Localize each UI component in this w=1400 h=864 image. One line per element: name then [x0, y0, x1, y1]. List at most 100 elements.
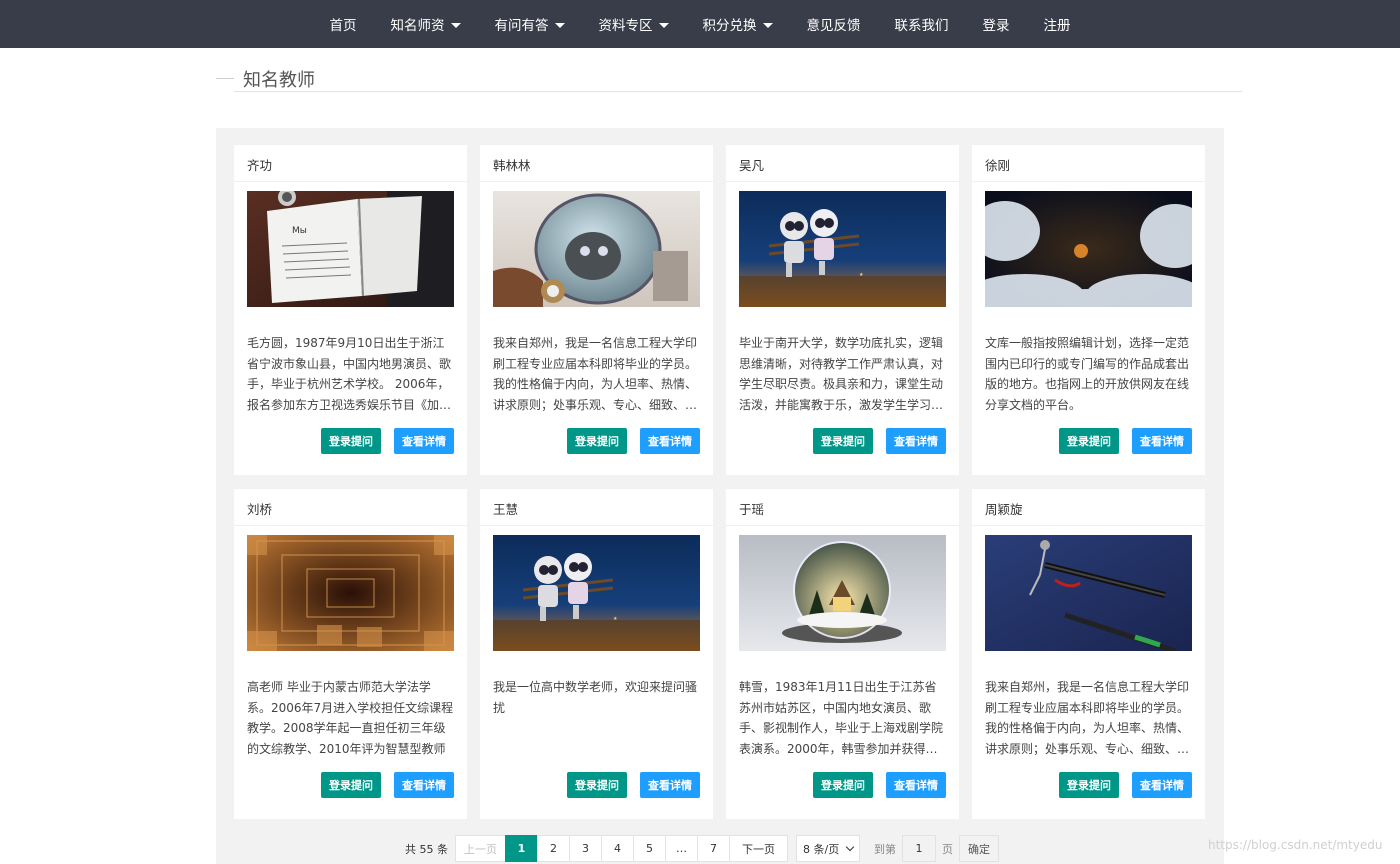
- nav-item-label: 意见反馈: [806, 18, 861, 34]
- chevron-down-icon: [845, 842, 855, 851]
- page-button-3[interactable]: 4: [601, 835, 634, 862]
- login-ask-button[interactable]: 登录提问: [321, 772, 381, 798]
- login-ask-button[interactable]: 登录提问: [813, 428, 873, 454]
- teacher-description: 文库一般指按照编辑计划，选择一定范围内已印行的或专门编写的作品成套出版的地方。也…: [985, 336, 1190, 412]
- nav-item-label: 首页: [329, 18, 357, 34]
- teacher-image[interactable]: [247, 535, 454, 651]
- teacher-description: 高老师 毕业于内蒙古师范大学法学系。2006年7月进入学校担任文综课程教学。20…: [247, 680, 454, 756]
- view-detail-button[interactable]: 查看详情: [394, 772, 454, 798]
- nav-item-label: 知名师资: [390, 18, 445, 34]
- nav-item-2[interactable]: 有问有答: [478, 0, 582, 48]
- svg-text:★: ★: [613, 616, 618, 622]
- teacher-image[interactable]: Мы: [247, 191, 454, 307]
- page-button-4[interactable]: 5: [633, 835, 666, 862]
- title-dash: [216, 78, 234, 79]
- nav-item-8[interactable]: 注册: [1027, 0, 1088, 48]
- caret-down-icon: [762, 22, 773, 28]
- page-numbers: 1 2 3 4 5… 7: [505, 835, 730, 862]
- nav-item-label: 登录: [982, 18, 1010, 34]
- nav-item-label: 有问有答: [494, 18, 549, 34]
- pagination: 共 55 条 上一页 1 2 3 4 5… 7 下一页 8 条/页 到第 1 页 确定: [400, 835, 999, 862]
- login-ask-button[interactable]: 登录提问: [1059, 772, 1119, 798]
- caret-down-icon: [450, 22, 461, 28]
- teacher-card: 刘桥 高老师 毕业于内蒙古师范大学法学系。2006年7月进入学校担任文综课程教学…: [234, 489, 467, 819]
- view-detail-button[interactable]: 查看详情: [1132, 772, 1192, 798]
- view-detail-button[interactable]: 查看详情: [640, 428, 700, 454]
- login-ask-button[interactable]: 登录提问: [567, 428, 627, 454]
- view-detail-button[interactable]: 查看详情: [1132, 428, 1192, 454]
- view-detail-button[interactable]: 查看详情: [394, 428, 454, 454]
- teacher-description: 毕业于南开大学，数学功底扎实，逻辑思维清晰，对待教学工作严肃认真，对学生尽职尽责…: [739, 336, 944, 412]
- teacher-image[interactable]: ★: [739, 191, 946, 307]
- teacher-description: 毛方圆，1987年9月10日出生于浙江省宁波市象山县，中国内地男演员、歌手，毕业…: [247, 336, 452, 412]
- view-detail-button[interactable]: 查看详情: [886, 428, 946, 454]
- total-count: 共 55 条: [405, 842, 448, 856]
- teacher-name: 齐功: [234, 145, 467, 182]
- teacher-name: 王慧: [480, 489, 713, 526]
- page-button-1[interactable]: 2: [537, 835, 570, 862]
- teacher-image[interactable]: [493, 191, 700, 307]
- view-detail-button[interactable]: 查看详情: [886, 772, 946, 798]
- nav-item-7[interactable]: 登录: [966, 0, 1027, 48]
- page-button-0[interactable]: 1: [505, 835, 538, 862]
- goto-label: 到第: [874, 842, 896, 856]
- teacher-name: 吴凡: [726, 145, 959, 182]
- teacher-name: 徐刚: [972, 145, 1205, 182]
- prev-page-button[interactable]: 上一页: [455, 835, 506, 862]
- nav-item-1[interactable]: 知名师资: [374, 0, 478, 48]
- page-button-6[interactable]: 7: [697, 835, 730, 862]
- nav-menu: 首页 知名师资 有问有答 资料专区 积分兑换 意见反馈 联系我们 登录 注册: [313, 0, 1088, 48]
- per-page-select[interactable]: 8 条/页: [796, 835, 860, 862]
- login-ask-button[interactable]: 登录提问: [321, 428, 381, 454]
- teacher-card: 韩林林 我来自郑州，我是一名信息工程大学印刷工程专业应届本科即将毕业的学员。 我…: [480, 145, 713, 475]
- watermark-text: https://blog.csdn.net/mtyedu: [1208, 838, 1383, 852]
- nav-item-0[interactable]: 首页: [313, 0, 374, 48]
- nav-item-label: 注册: [1043, 18, 1071, 34]
- svg-text:★: ★: [859, 272, 864, 278]
- section-header: 知名教师: [216, 64, 1244, 92]
- teacher-name: 周颖旋: [972, 489, 1205, 526]
- nav-item-5[interactable]: 意见反馈: [790, 0, 878, 48]
- goto-page-input[interactable]: 1: [902, 835, 936, 862]
- next-page-button[interactable]: 下一页: [729, 835, 788, 862]
- teacher-description: 我来自郑州，我是一名信息工程大学印刷工程专业应届本科即将毕业的学员。 我的性格偏…: [985, 680, 1190, 756]
- nav-item-6[interactable]: 联系我们: [878, 0, 966, 48]
- login-ask-button[interactable]: 登录提问: [1059, 428, 1119, 454]
- teacher-name: 刘桥: [234, 489, 467, 526]
- teacher-image[interactable]: [739, 535, 946, 651]
- teacher-name: 于瑶: [726, 489, 959, 526]
- teacher-card: 徐刚 文库一般指按照编辑计划，选择一定范围内已印行的或专门编写的作品成套出版的地…: [972, 145, 1205, 475]
- login-ask-button[interactable]: 登录提问: [567, 772, 627, 798]
- teacher-grid: 齐功 Мы 毛方圆，1987年9月10日出生于浙江省宁波市象山县，中国内地男演员…: [234, 145, 1206, 819]
- top-nav: 首页 知名师资 有问有答 资料专区 积分兑换 意见反馈 联系我们 登录 注册: [0, 0, 1400, 48]
- page-unit-label: 页: [942, 842, 953, 856]
- page-button-5[interactable]: …: [665, 835, 698, 862]
- teacher-name: 韩林林: [480, 145, 713, 182]
- view-detail-button[interactable]: 查看详情: [640, 772, 700, 798]
- teacher-card: 齐功 Мы 毛方圆，1987年9月10日出生于浙江省宁波市象山县，中国内地男演员…: [234, 145, 467, 475]
- teacher-description: 我是一位高中数学老师，欢迎来提问骚扰: [493, 680, 698, 715]
- teacher-description: 我来自郑州，我是一名信息工程大学印刷工程专业应届本科即将毕业的学员。 我的性格偏…: [493, 336, 698, 412]
- page-button-2[interactable]: 3: [569, 835, 602, 862]
- page-title: 知名教师: [243, 70, 315, 91]
- login-ask-button[interactable]: 登录提问: [813, 772, 873, 798]
- teacher-card: 周颖旋 我来自郑州，我是一名信息工程大学印刷工程专业应届本科即将毕业的学员。 我…: [972, 489, 1205, 819]
- teacher-image[interactable]: [985, 535, 1192, 651]
- nav-item-3[interactable]: 资料专区: [582, 0, 686, 48]
- per-page-value: 8 条/页: [803, 842, 840, 856]
- title-rule: [234, 91, 1242, 92]
- teacher-card: 王慧 ★ 我是一位高中数学老师，欢迎来提问骚扰 登录提问 查看详情: [480, 489, 713, 819]
- confirm-page-button[interactable]: 确定: [959, 835, 999, 862]
- teacher-grid-container: 齐功 Мы 毛方圆，1987年9月10日出生于浙江省宁波市象山县，中国内地男演员…: [216, 128, 1224, 864]
- page-jump: 到第 1 页 确定: [874, 835, 999, 862]
- nav-item-label: 联系我们: [894, 18, 949, 34]
- nav-item-4[interactable]: 积分兑换: [686, 0, 790, 48]
- teacher-card: 于瑶 韩雪，1983年1月11日出生于江苏省苏州市姑苏区，中国内地女演员、歌手、…: [726, 489, 959, 819]
- teacher-image[interactable]: [985, 191, 1192, 307]
- nav-item-label: 积分兑换: [702, 18, 757, 34]
- caret-down-icon: [658, 22, 669, 28]
- svg-text:Мы: Мы: [292, 226, 307, 236]
- teacher-card: 吴凡 ★ 毕业于南开大学，数学功底扎实，逻辑思维清晰，对待教学工作严肃认真，对学…: [726, 145, 959, 475]
- teacher-image[interactable]: ★: [493, 535, 700, 651]
- teacher-description: 韩雪，1983年1月11日出生于江苏省苏州市姑苏区，中国内地女演员、歌手、影视制…: [739, 680, 944, 756]
